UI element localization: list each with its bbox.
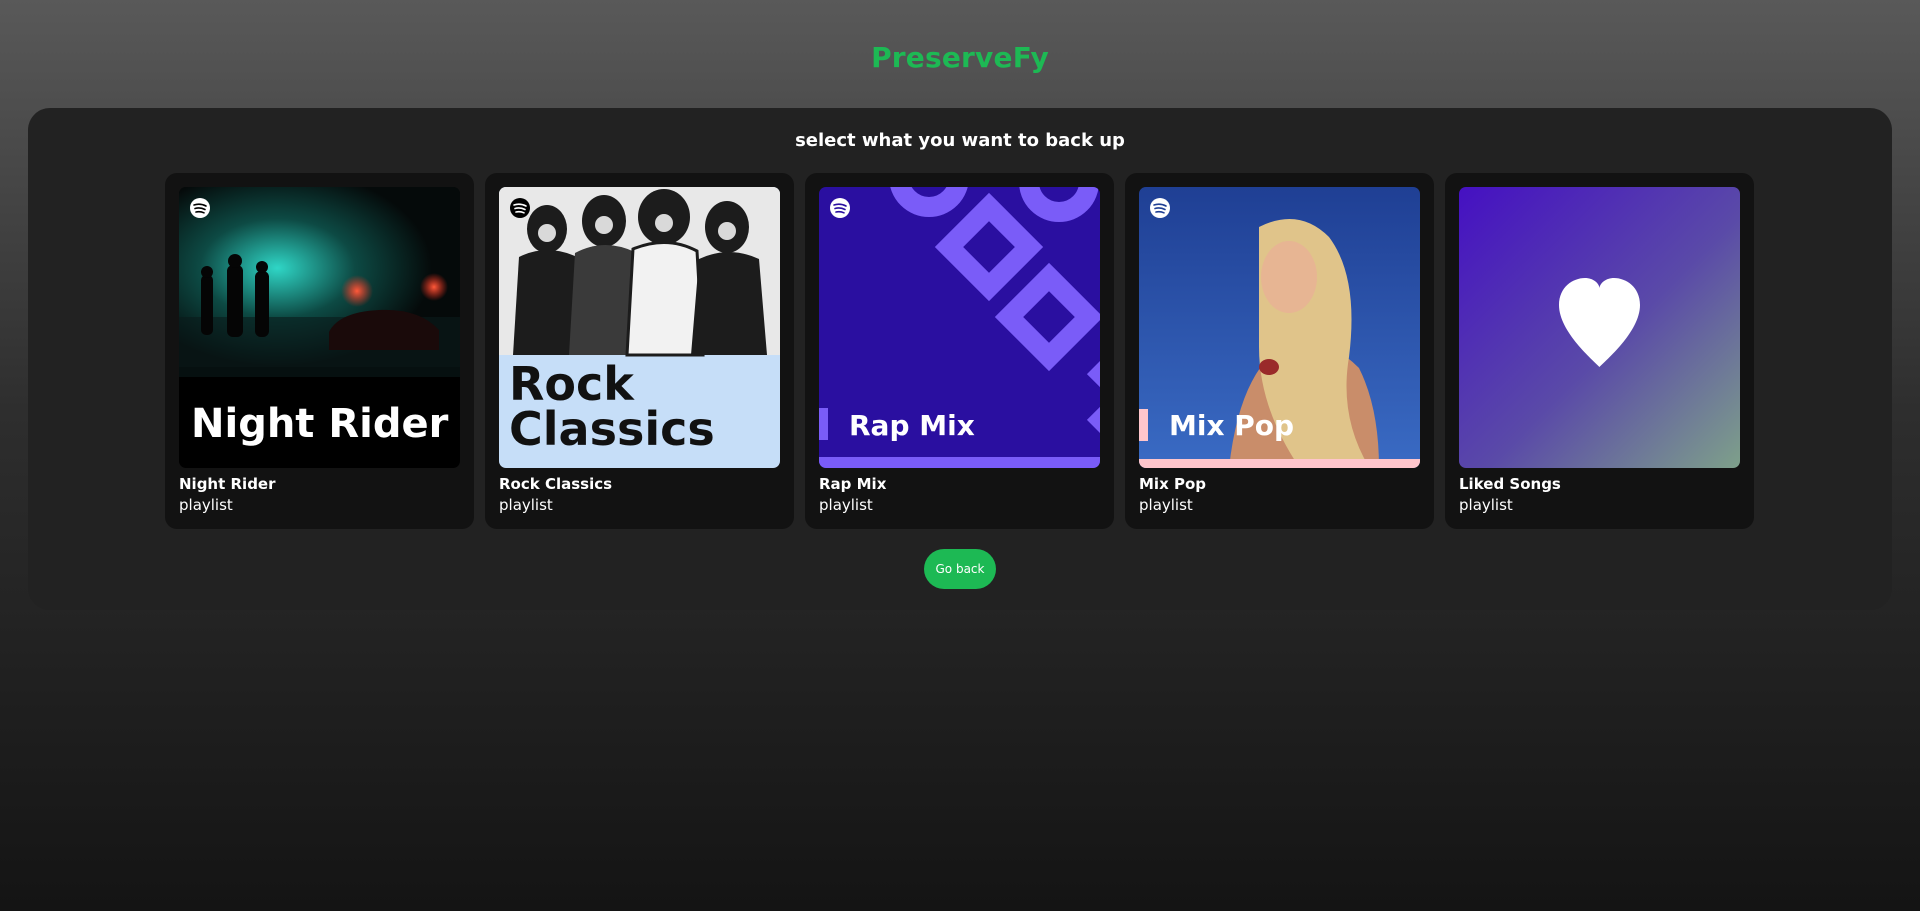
cover-text-line-2: Classics (509, 402, 715, 456)
playlist-type: playlist (819, 496, 873, 514)
playlist-title: Rap Mix (819, 475, 887, 493)
cover-text: Rap Mix (849, 409, 975, 442)
playlist-type: playlist (179, 496, 233, 514)
cover-text: Night Rider (191, 401, 449, 447)
playlist-type: playlist (1139, 496, 1193, 514)
playlist-card-rap-mix[interactable]: Rap Mix Rap Mix playlist (805, 173, 1114, 529)
spotify-icon (1150, 198, 1170, 218)
playlist-card-night-rider[interactable]: Night Rider Night Rider playlist (165, 173, 474, 529)
playlist-title: Liked Songs (1459, 475, 1561, 493)
spotify-icon (830, 198, 850, 218)
playlist-card-mix-pop[interactable]: Mix Pop Mix Pop playlist (1125, 173, 1434, 529)
playlist-card-rock-classics[interactable]: Rock Classics Rock Classics playlist (485, 173, 794, 529)
spotify-icon (510, 198, 530, 218)
panel-heading: select what you want to back up (795, 130, 1125, 151)
go-back-button[interactable]: Go back (924, 549, 996, 589)
playlist-title: Rock Classics (499, 475, 613, 493)
cover-text: Mix Pop (1169, 409, 1294, 442)
playlist-cover: Night Rider (179, 187, 460, 468)
selection-panel: select what you want to back up Night Ri… (28, 108, 1892, 610)
playlist-card-liked-songs[interactable]: Liked Songs playlist (1445, 173, 1754, 529)
spotify-icon (190, 198, 210, 218)
app-title: PreserveFy (871, 41, 1049, 74)
playlist-type: playlist (1459, 496, 1513, 514)
playlist-list: Night Rider Night Rider playlist Rock Cl… (165, 173, 1754, 529)
playlist-cover (1459, 187, 1740, 468)
playlist-title: Mix Pop (1139, 475, 1207, 493)
playlist-cover: Mix Pop (1139, 187, 1420, 468)
playlist-cover: Rock Classics (499, 187, 780, 468)
playlist-title: Night Rider (179, 475, 276, 493)
playlist-type: playlist (499, 496, 553, 514)
playlist-cover: Rap Mix (819, 187, 1100, 468)
